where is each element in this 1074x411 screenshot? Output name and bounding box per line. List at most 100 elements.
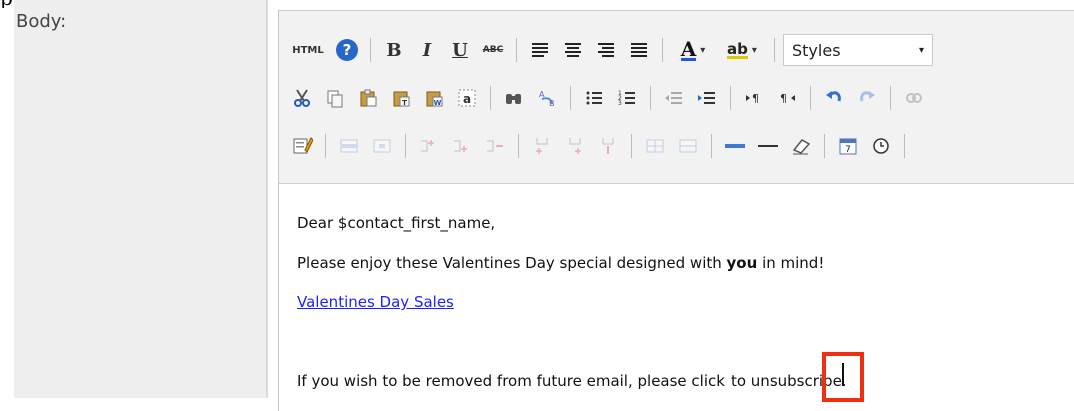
insert-column-after-icon[interactable] [560,131,590,161]
paste-icon[interactable] [353,83,383,113]
toolbar-separator [405,134,406,158]
unsubscribe-line: If you wish to be removed from future em… [297,372,847,390]
strikethrough-label: ABC [482,45,504,55]
toolbar-separator [774,38,775,62]
valentines-sales-link[interactable]: Valentines Day Sales [297,293,454,311]
svg-text:¶: ¶ [752,92,759,105]
toolbar-row-3: 7 [287,129,913,163]
toolbar-separator [631,134,632,158]
toolbar-separator [370,38,371,62]
html-label: HTML [292,44,324,56]
toolbar-separator [570,86,571,110]
outdent-icon[interactable] [659,83,689,113]
paste-word-icon[interactable]: W [419,83,449,113]
toolbar-separator [730,86,731,110]
indent-icon[interactable] [692,83,722,113]
select-all-icon[interactable]: a [452,83,482,113]
underline-label: U [452,39,468,61]
help-icon[interactable]: ? [332,35,362,65]
undo-icon[interactable] [819,83,849,113]
link-icon[interactable] [899,83,929,113]
styles-dropdown[interactable]: Styles ▾ [783,34,933,66]
html-button[interactable]: HTML [287,35,329,65]
highlight-color-button[interactable]: ab ▾ [718,35,766,65]
bold-label: B [386,39,402,61]
body-label: Body: [16,11,67,32]
toolbar-separator [490,86,491,110]
svg-text:B: B [549,99,555,108]
insert-column-before-icon[interactable] [527,131,557,161]
editor-toolbar: HTML ? B I U ABC A▾ ab▾ Styles▾ T W a [279,11,1074,184]
svg-text:3: 3 [618,100,622,107]
redo-icon[interactable] [852,83,882,113]
toolbar-separator [810,86,811,110]
merge-cells-icon[interactable] [673,131,703,161]
svg-text:?: ? [343,41,352,59]
insert-row-after-icon[interactable] [447,131,477,161]
field-label-column [14,0,266,398]
font-color-button[interactable]: A ▾ [671,35,715,65]
highlight-color-letters: ab [727,39,748,59]
align-center-icon[interactable] [558,35,588,65]
body-line: Please enjoy these Valentines Day specia… [297,254,824,272]
numbered-list-icon[interactable]: 123 [612,83,642,113]
bold-you: you [726,254,758,272]
unsubscribe-k: k [716,372,725,390]
insert-row-before-icon[interactable] [414,131,444,161]
svg-text:W: W [434,99,442,107]
svg-text:T: T [402,99,407,107]
edit-source-icon[interactable] [287,131,317,161]
column-divider [266,0,268,398]
underline-button[interactable]: U [445,35,475,65]
horizontal-rule-icon[interactable] [720,131,750,161]
greeting-line: Dear $contact_first_name, [297,214,496,232]
highlight-color-dropdown-arrow-icon: ▾ [751,44,757,56]
body-line-prefix: Please enjoy these Valentines Day specia… [297,254,727,272]
line-icon[interactable] [753,131,783,161]
replace-icon[interactable]: AB [532,83,562,113]
text-cursor [842,363,844,386]
italic-button[interactable]: I [412,35,442,65]
toolbar-separator [711,134,712,158]
toolbar-separator [325,134,326,158]
toolbar-separator [890,86,891,110]
svg-text:a: a [463,92,471,106]
table-row-props-icon[interactable] [334,131,364,161]
justify-icon[interactable] [624,35,654,65]
unsubscribe-o: o [736,372,747,390]
body-line-suffix: in mind! [757,254,825,272]
align-right-icon[interactable] [591,35,621,65]
toolbar-separator [518,134,519,158]
bold-button[interactable]: B [379,35,409,65]
rtl-direction-icon[interactable]: ¶ [772,83,802,113]
toolbar-separator [824,134,825,158]
svg-text:7: 7 [845,145,851,155]
delete-row-icon[interactable] [480,131,510,161]
rich-text-editor[interactable]: HTML ? B I U ABC A▾ ab▾ Styles▾ T W a [278,10,1074,411]
toolbar-separator [904,134,905,158]
paste-text-icon[interactable]: T [386,83,416,113]
cut-icon[interactable] [287,83,317,113]
strikethrough-button[interactable]: ABC [478,35,508,65]
editor-content[interactable]: Dear $contact_first_name, Please enjoy t… [279,184,1074,411]
bulleted-list-icon[interactable] [579,83,609,113]
font-color-letter: A [680,36,697,61]
insert-time-icon[interactable] [866,131,896,161]
styles-dropdown-label: Styles [792,40,841,60]
unsubscribe-before: If you wish to be removed from future em… [297,372,717,390]
toolbar-row-1: HTML ? B I U ABC A ▾ ab ▾ Styles ▾ [287,33,933,67]
table-cell-props-icon[interactable] [367,131,397,161]
find-icon[interactable] [499,83,529,113]
copy-icon[interactable] [320,83,350,113]
toolbar-separator [516,38,517,62]
toolbar-separator [650,86,651,110]
insert-date-icon[interactable]: 7 [833,131,863,161]
toolbar-row-2: T W a AB 123 ¶ ¶ [287,81,932,115]
split-cells-icon[interactable] [640,131,670,161]
toolbar-separator [662,38,663,62]
eraser-icon[interactable] [786,131,816,161]
ltr-direction-icon[interactable]: ¶ [739,83,769,113]
align-left-icon[interactable] [525,35,555,65]
delete-column-icon[interactable] [593,131,623,161]
font-color-dropdown-arrow-icon: ▾ [700,44,706,56]
